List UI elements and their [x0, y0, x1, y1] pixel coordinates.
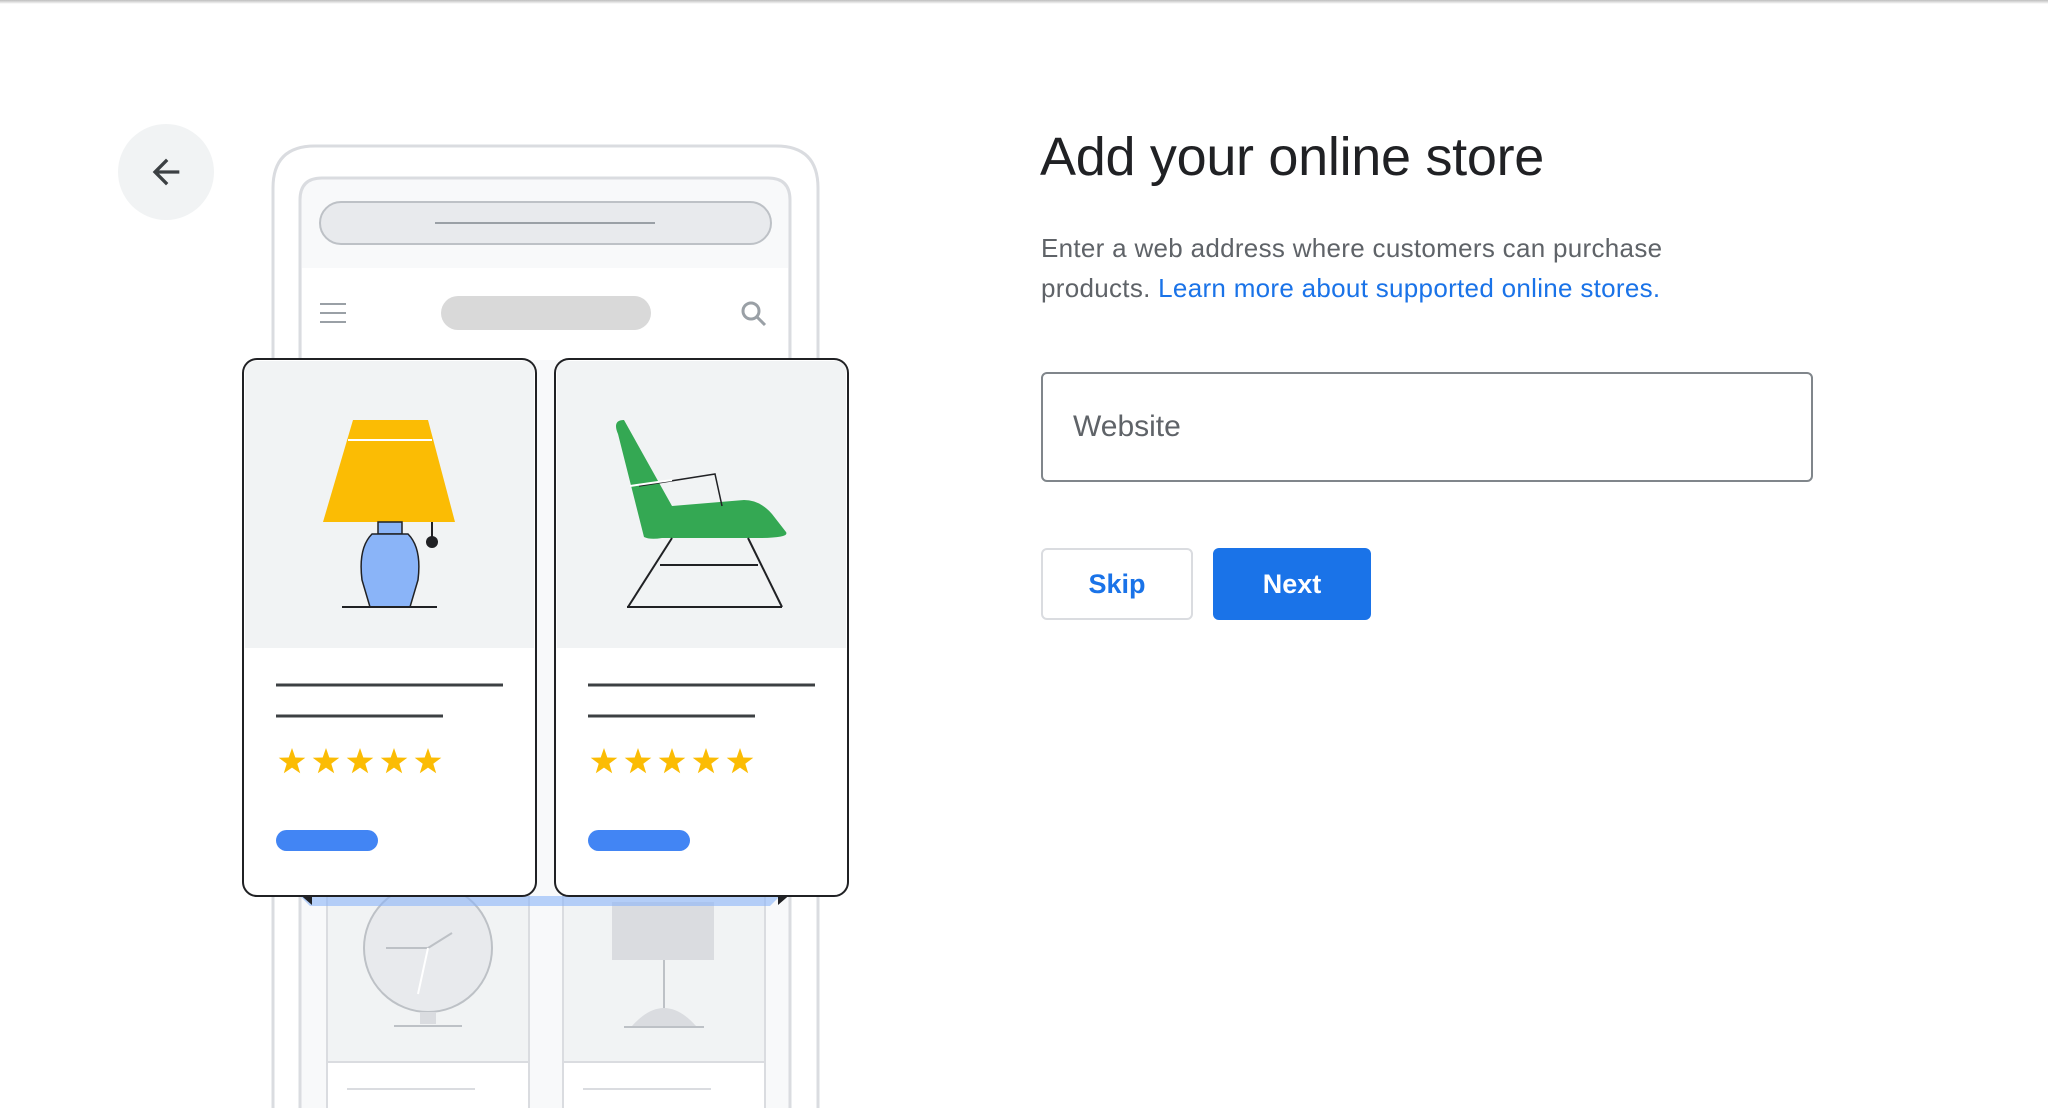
website-input[interactable] [1041, 372, 1813, 482]
page-description: Enter a web address where customers can … [1041, 228, 1761, 308]
skip-button[interactable]: Skip [1041, 548, 1193, 620]
arrow-back-icon [152, 158, 180, 186]
learn-more-link[interactable]: Learn more about supported online stores… [1158, 273, 1660, 303]
top-shadow [0, 0, 2048, 4]
next-button[interactable]: Next [1213, 548, 1371, 620]
back-button[interactable] [118, 124, 214, 220]
page-title: Add your online store [1040, 127, 1545, 187]
online-store-illustration [242, 144, 849, 1108]
